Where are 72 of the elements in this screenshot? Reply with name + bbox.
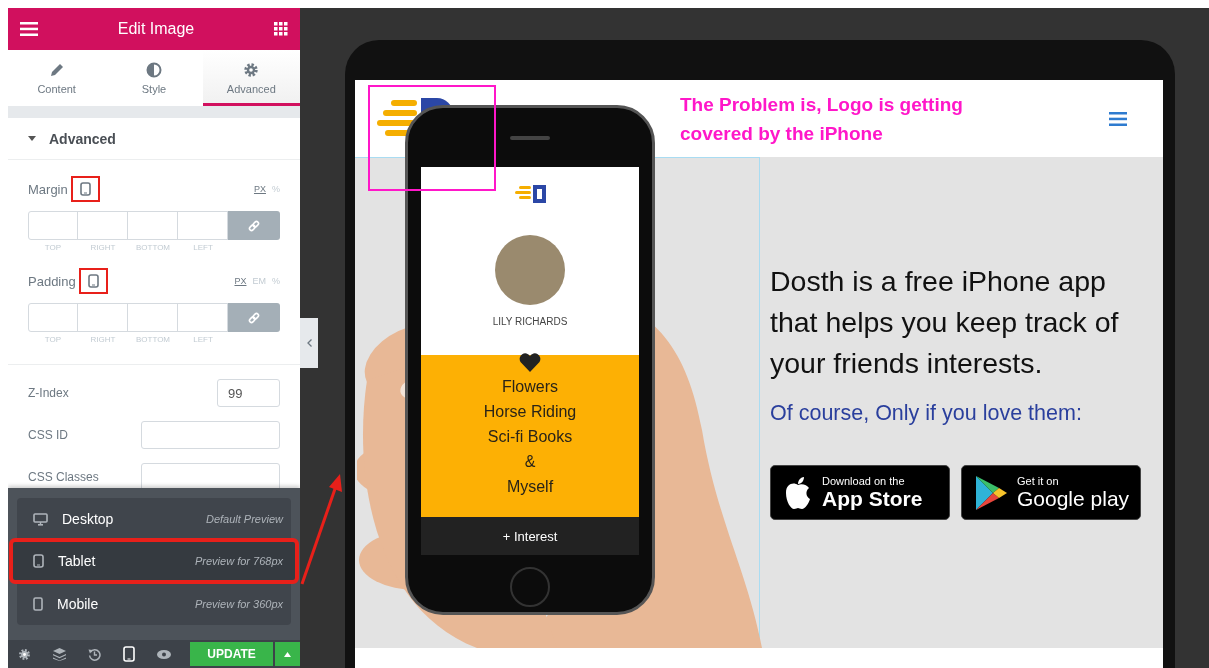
add-interest-button[interactable]: + Interest — [421, 517, 639, 555]
store-badge[interactable]: Download on the App Store — [770, 465, 950, 520]
badge-title: Google play — [1017, 486, 1130, 511]
caret-icon — [284, 651, 292, 657]
link-icon — [248, 219, 260, 232]
control-label: Padding — [28, 273, 76, 289]
phone-icon — [33, 596, 43, 611]
section-title: Advanced — [49, 130, 116, 147]
input-field[interactable] — [77, 211, 128, 240]
interest-item: Myself — [506, 477, 554, 497]
input-field[interactable] — [177, 303, 228, 332]
monitor-icon — [33, 512, 48, 526]
side-label: BOTTOM — [134, 335, 172, 344]
badge-caption: Download on the — [822, 474, 906, 487]
menu-button[interactable] — [275, 642, 300, 666]
history-icon[interactable] — [88, 647, 101, 661]
link-icon — [248, 311, 260, 324]
side-label: BOTTOM — [134, 243, 172, 252]
heart-icon — [519, 353, 541, 372]
interest-item: Horse Riding — [483, 402, 577, 422]
input-field[interactable] — [28, 303, 78, 332]
gear-icon — [243, 62, 260, 78]
interest-item: Flowers — [502, 377, 558, 397]
device-option[interactable]: Tablet Preview for 768px — [12, 541, 296, 582]
link-button[interactable] — [228, 211, 280, 240]
pencil-icon — [48, 62, 65, 78]
input-field[interactable] — [141, 421, 280, 449]
tablet-icon — [79, 182, 91, 196]
input-field[interactable] — [127, 303, 178, 332]
play-icon — [975, 474, 1007, 511]
grid-icon[interactable] — [274, 22, 288, 36]
collapse-handle[interactable] — [300, 318, 318, 368]
input-field[interactable] — [28, 211, 78, 240]
speaker-slot — [510, 136, 550, 140]
menu-icon[interactable] — [1109, 111, 1127, 126]
caret-icon — [28, 135, 36, 142]
chevron-icon — [306, 339, 312, 347]
unit-option[interactable]: PX — [234, 276, 247, 286]
input-field[interactable]: 99 — [217, 379, 280, 407]
subheading: Of course, Only if you love them: — [770, 401, 1083, 426]
headline: Dosth is a free iPhone app that helps you keep track of your friends interests. — [770, 264, 1120, 381]
logo-drawing — [513, 184, 547, 204]
interest-item: & — [524, 452, 536, 472]
badge-caption: Get it on — [1017, 474, 1060, 487]
field-label: CSS ID — [28, 428, 68, 442]
panel-title: Edit Image — [117, 20, 195, 38]
field-label: CSS Classes — [28, 470, 99, 484]
eye-icon[interactable] — [157, 649, 171, 659]
input-field[interactable] — [127, 211, 178, 240]
unit-option[interactable]: PX — [253, 184, 266, 194]
layers-icon[interactable] — [53, 647, 66, 661]
tablet-icon — [87, 274, 99, 288]
contrast-icon — [146, 62, 162, 78]
control-label: Margin — [28, 181, 68, 197]
tablet-icon[interactable] — [123, 646, 135, 662]
profile-name: LILY RICHARDS — [492, 316, 568, 327]
link-button[interactable] — [228, 303, 280, 332]
device-option[interactable]: Desktop Default Preview — [17, 499, 291, 540]
badge-title: App Store — [822, 486, 923, 511]
device-option[interactable]: Mobile Preview for 360px — [17, 583, 291, 624]
tablet-icon — [33, 554, 44, 569]
annotation-text: The Problem is, Logo is getting covered by the iPhone — [680, 92, 964, 146]
input-field[interactable] — [77, 303, 128, 332]
apple-icon — [784, 476, 812, 509]
update-button[interactable]: UPDATE — [190, 642, 274, 666]
menu-icon[interactable] — [20, 22, 38, 36]
input-field[interactable] — [141, 463, 280, 491]
field-label: Z-Index — [28, 386, 69, 400]
interest-item: Sci-fi Books — [487, 427, 573, 447]
gear-icon — [18, 647, 31, 661]
input-field[interactable] — [177, 211, 228, 240]
store-badge[interactable]: Get it on Google play — [961, 465, 1141, 520]
